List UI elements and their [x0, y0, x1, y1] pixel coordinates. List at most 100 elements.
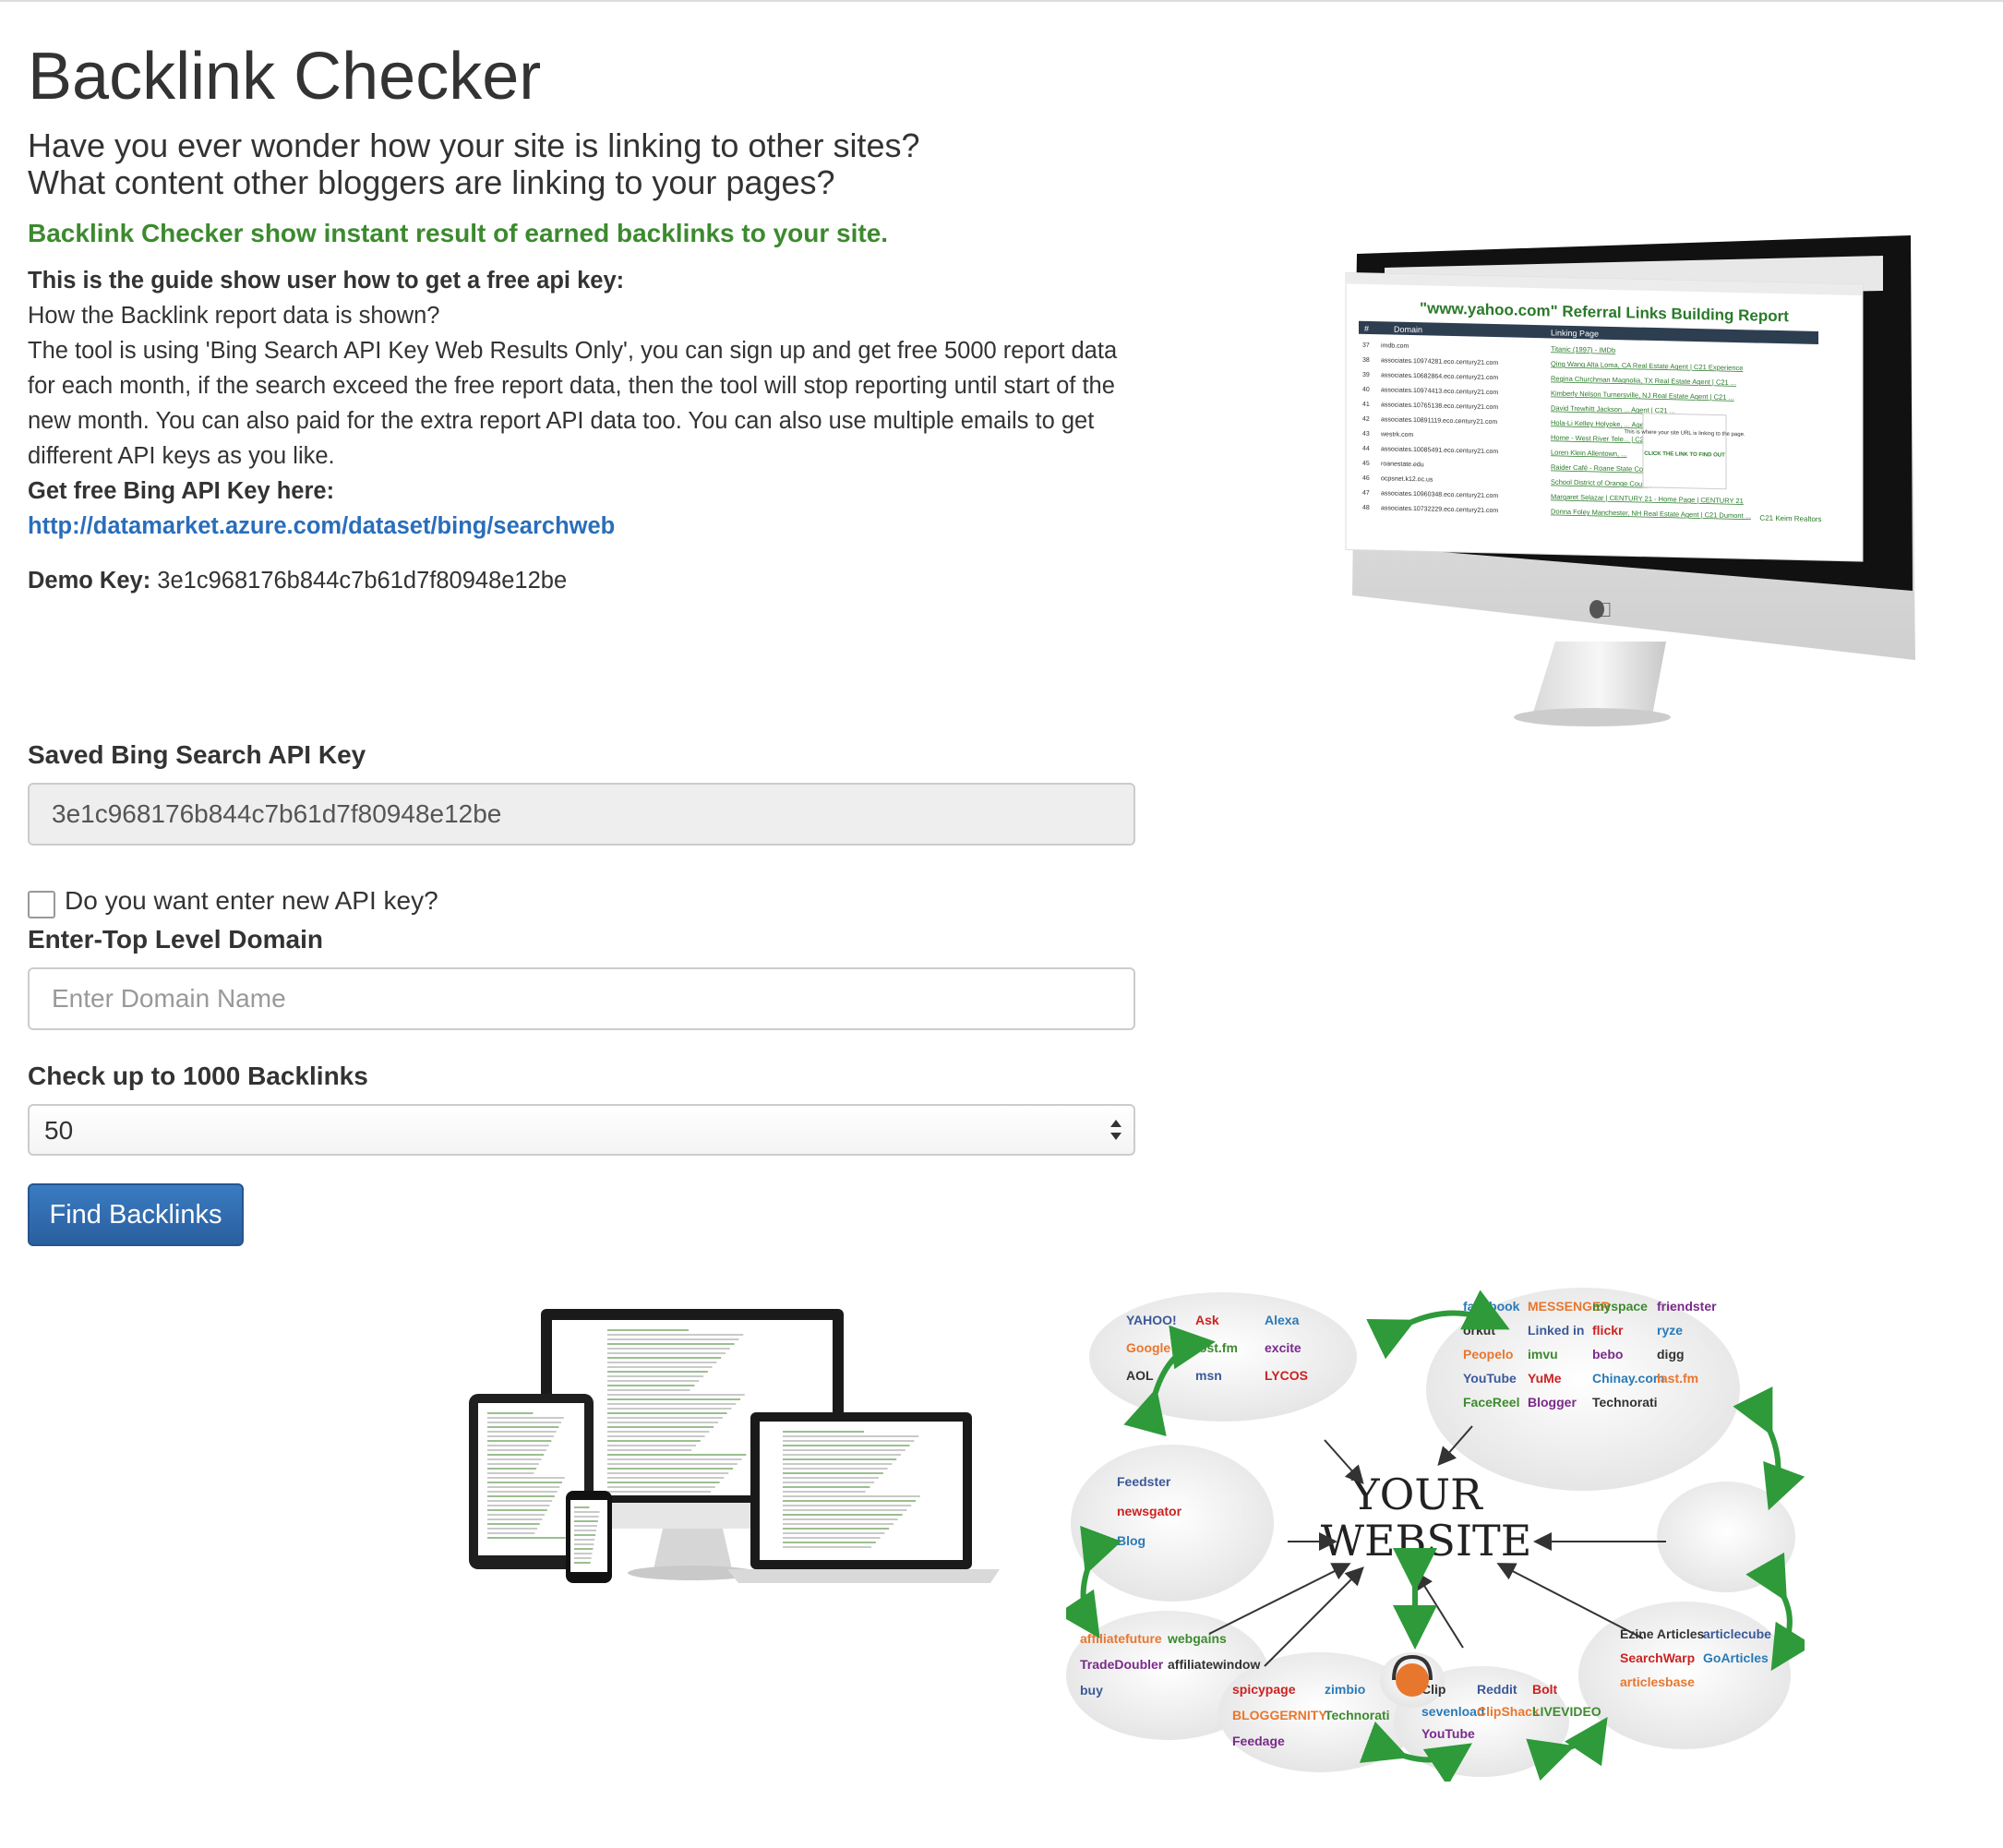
network-logo: Chinay.com [1592, 1371, 1664, 1386]
network-logo: zimbio [1325, 1682, 1365, 1697]
network-center-line2: WEBSITE [1321, 1516, 1532, 1566]
saved-key-field: 3e1c968176b844c7b61d7f80948e12be [28, 783, 1135, 846]
guide-body: The tool is using 'Bing Search API Key W… [28, 338, 1118, 469]
devices-image [469, 1309, 1000, 1583]
saved-key-label: Saved Bing Search API Key [28, 740, 366, 769]
network-logo: facebook [1463, 1299, 1520, 1314]
domain-label: Enter-Top Level Domain [28, 925, 323, 954]
guide-question: How the Backlink report data is shown? [28, 303, 440, 329]
report-row-number: 39 [1362, 372, 1370, 378]
network-logo: ryze [1657, 1323, 1683, 1338]
network-logo: SearchWarp [1620, 1650, 1695, 1665]
top-border [0, 0, 2003, 2]
report-extra-row: C21 Keim Realtors [1759, 514, 1821, 524]
report-row-page: Titanic (1997) - IMDb [1551, 344, 1615, 354]
report-row-domain: westrk.com [1380, 431, 1414, 438]
network-logo: YouTube [1421, 1726, 1475, 1741]
network-logo: FaceReel [1463, 1395, 1519, 1410]
report-row-number: 38 [1362, 357, 1370, 364]
report-row-number: 42 [1362, 416, 1370, 423]
report-row-number: 48 [1362, 505, 1370, 511]
guide-heading: This is the guide show user how to get a… [28, 268, 625, 294]
network-logo: last.fm [1657, 1371, 1698, 1386]
demo-key-label: Demo Key: [28, 568, 151, 594]
count-label: Check up to 1000 Backlinks [28, 1062, 368, 1090]
network-logo: Google [1126, 1340, 1170, 1355]
monitor-stand-base [1514, 708, 1671, 726]
network-logo: Blogger [1528, 1395, 1577, 1410]
report-row-number: 37 [1362, 342, 1370, 349]
report-row-number: 46 [1362, 475, 1370, 482]
network-logo: LIVEVIDEO [1532, 1704, 1601, 1719]
network-logo: friendster [1657, 1299, 1717, 1314]
network-logo: affiliatewindow [1168, 1657, 1260, 1672]
report-row-domain: ocpsnet.k12.oc.us [1381, 475, 1433, 483]
demo-key-value: 3e1c968176b844c7b61d7f80948e12be [157, 568, 568, 594]
get-key-label: Get free Bing API Key here: [28, 478, 335, 504]
bing-api-link[interactable]: http://datamarket.azure.com/dataset/bing… [28, 513, 615, 539]
report-row-number: 43 [1362, 431, 1370, 438]
network-logo: digg [1657, 1347, 1685, 1362]
report-row-number: 44 [1362, 446, 1370, 452]
network-logo: myspace [1592, 1299, 1648, 1314]
report-col-domain: Domain [1394, 325, 1422, 335]
report-row-domain: roanestate.edu [1381, 461, 1424, 468]
intro-heading: Have you ever wonder how your site is li… [28, 127, 919, 201]
network-logo: YAHOO! [1126, 1313, 1177, 1327]
network-logo: Linked in [1528, 1323, 1584, 1338]
network-logo: spicypage [1232, 1682, 1296, 1697]
report-col-number: # [1364, 324, 1369, 333]
network-logo: articlecube [1703, 1626, 1771, 1641]
report-col-page: Linking Page [1551, 328, 1599, 338]
network-logo: Technorati [1325, 1708, 1390, 1722]
intro-line-1: Have you ever wonder how your site is li… [28, 126, 920, 164]
network-logo: LYCOS [1265, 1368, 1308, 1383]
network-logo: bebo [1592, 1347, 1623, 1362]
network-logo: orkut [1463, 1323, 1495, 1338]
network-logo: msn [1195, 1368, 1222, 1383]
network-logo: GoArticles [1703, 1650, 1769, 1665]
new-key-checkbox-label[interactable]: Do you want enter new API key? [65, 883, 438, 918]
network-logo: newsgator [1117, 1504, 1182, 1518]
network-logo: Ask [1195, 1313, 1219, 1327]
network-website-image: YAHOO! Ask AlexaGoogle lost.fm exciteAOL msn L… [1066, 1288, 1805, 1782]
report-row-domain: imdb.com [1381, 342, 1409, 350]
network-logo: Blog [1117, 1533, 1145, 1548]
network-logo: Alexa [1265, 1313, 1300, 1327]
backlink-count-value: 50 [44, 1116, 74, 1145]
network-logo: sevenload [1421, 1704, 1484, 1719]
network-logo: webgains [1167, 1631, 1227, 1646]
network-logo: flickr [1592, 1323, 1624, 1338]
network-logo: Feedage [1232, 1734, 1285, 1748]
domain-input[interactable] [28, 967, 1135, 1030]
network-logo: buy [1080, 1683, 1103, 1698]
intro-line-2: What content other bloggers are linking … [28, 163, 835, 201]
demo-key-row: Demo Key: 3e1c968176b844c7b61d7f80948e12… [28, 563, 567, 598]
tagline: Backlink Checker show instant result of … [28, 219, 889, 247]
network-logo: YuMe [1528, 1371, 1562, 1386]
network-logo: Peopelo [1463, 1347, 1513, 1362]
network-logo: BLOGGERNITY [1232, 1708, 1327, 1722]
report-row-number: 41 [1362, 402, 1370, 408]
select-arrows-icon [1110, 1120, 1121, 1140]
network-logo: affiliatefuture [1080, 1631, 1162, 1646]
network-logo: AOL [1126, 1368, 1154, 1383]
network-logo: Technorati [1592, 1395, 1658, 1410]
find-backlinks-button[interactable]: Find Backlinks [28, 1183, 244, 1246]
network-logo: Bolt [1532, 1682, 1558, 1697]
page-title: Backlink Checker [28, 40, 542, 114]
report-window: "www.yahoo.com" Referral Links Building … [1345, 271, 1864, 562]
report-row-page: Loren Klein Allentown, ... [1551, 448, 1627, 458]
backlink-count-select[interactable]: 50 [28, 1104, 1135, 1156]
network-logo: Reddit [1477, 1682, 1517, 1697]
network-logo: imvu [1528, 1347, 1558, 1362]
network-logo: ClipShack [1477, 1704, 1540, 1719]
report-row-number: 45 [1362, 461, 1370, 467]
network-logo: YouTube [1463, 1371, 1517, 1386]
network-logo: TradeDoubler [1080, 1657, 1164, 1672]
guide-section: This is the guide show user how to get a… [28, 263, 1135, 544]
monitor-report-image:  "www.yahoo.com" Referral Links Buildin… [1345, 235, 1915, 726]
new-key-checkbox[interactable] [28, 891, 55, 918]
report-row-number: 40 [1362, 387, 1370, 393]
network-logo: articlesbase [1620, 1674, 1695, 1689]
